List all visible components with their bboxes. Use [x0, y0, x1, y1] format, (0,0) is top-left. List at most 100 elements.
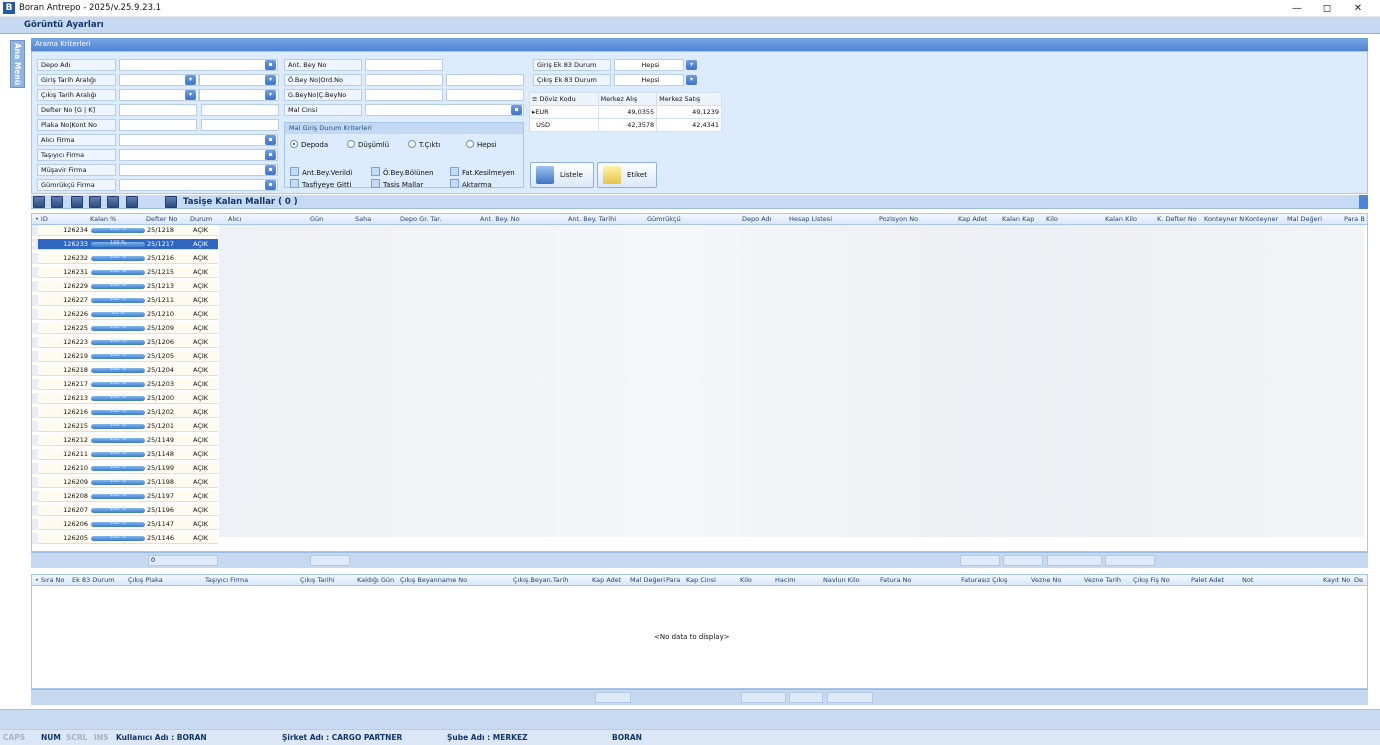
table-row[interactable]: 126207 100 % 25/1196 AÇIK [32, 505, 218, 516]
column-header[interactable]: Kalan Kilo [1105, 215, 1137, 223]
toolbar-export-icon[interactable] [71, 196, 83, 208]
column-header[interactable]: Defter No [146, 215, 177, 223]
toolbar-print-icon[interactable] [107, 196, 119, 208]
column-header[interactable]: Kalan Kap [1002, 215, 1034, 223]
column-header[interactable]: Çıkış Tarihi [300, 576, 335, 584]
lookup-button-icon[interactable]: ▪ [265, 150, 276, 160]
column-header[interactable]: Mal Değeri [1287, 215, 1322, 223]
gbey-no-input[interactable] [365, 89, 443, 101]
criteria-input-secondary[interactable] [201, 104, 279, 116]
column-header[interactable]: Taşıyıcı Firma [205, 576, 248, 584]
column-header[interactable]: Gün [310, 215, 323, 223]
column-header[interactable]: Çıkış Plaka [128, 576, 163, 584]
column-header[interactable]: Ant. Bey. No [480, 215, 520, 223]
column-header[interactable]: Saha [355, 215, 371, 223]
column-header[interactable]: Kilo [1046, 215, 1058, 223]
column-header[interactable]: Kilo [740, 576, 752, 584]
side-tab-main-menu[interactable]: Ana Menü [10, 40, 25, 88]
column-header[interactable]: Kap Adet [592, 576, 621, 584]
table-row[interactable]: 126209 100 % 25/1198 AÇIK [32, 477, 218, 488]
table-row[interactable]: 126223 100 % 25/1206 AÇIK [32, 337, 218, 348]
table-row[interactable]: 126206 100 % 25/1147 AÇIK [32, 519, 218, 530]
column-header[interactable]: Durum [190, 215, 212, 223]
column-header[interactable]: K. Defter No [1157, 215, 1197, 223]
lookup-button-icon[interactable]: ▪ [265, 180, 276, 190]
label-button[interactable]: Etiket [597, 162, 657, 188]
check-tasfiyeye-gitti[interactable]: Tasfiyeye Gitti [290, 179, 351, 189]
criteria-input[interactable] [119, 134, 278, 146]
check-obey-bolunen[interactable]: Ö.Bey.Bölünen [371, 167, 434, 177]
check-fat-kesilmeyen[interactable]: Fat.Kesilmeyen [450, 167, 515, 177]
ant-bey-no-input[interactable] [365, 59, 443, 71]
table-row[interactable]: 126205 100 % 25/1146 AÇIK [32, 533, 218, 544]
column-header[interactable]: • Sıra No [35, 576, 64, 584]
cbey-no-input[interactable] [446, 89, 524, 101]
column-header[interactable]: Çıkış Beyanname No [400, 576, 467, 584]
column-header[interactable]: Kayıt No [1323, 576, 1350, 584]
column-header[interactable]: Depo Gr. Tar. [400, 215, 441, 223]
column-header[interactable]: Alıcı [228, 215, 241, 223]
column-header[interactable]: Kaldığı Gün [357, 576, 394, 584]
table-row[interactable]: 126226 93 % 25/1210 AÇIK [32, 309, 218, 320]
ord-no-input[interactable] [446, 74, 524, 86]
column-header[interactable]: Palet Adet [1191, 576, 1224, 584]
column-header[interactable]: Kap Cinsi [686, 576, 716, 584]
maximize-button[interactable]: ◻ [1315, 1, 1339, 16]
criteria-input[interactable] [119, 164, 278, 176]
column-header[interactable]: Konteyner [1245, 215, 1278, 223]
lookup-button-icon[interactable]: ▪ [265, 165, 276, 175]
column-header[interactable]: • ID [35, 215, 48, 223]
table-row[interactable]: 126225 100 % 25/1209 AÇIK [32, 323, 218, 334]
column-header[interactable]: Not [1242, 576, 1253, 584]
table-row[interactable]: 126231 100 % 25/1215 AÇIK [32, 267, 218, 278]
column-header[interactable]: Pozisyon No [879, 215, 918, 223]
table-row[interactable]: 126213 100 % 25/1200 AÇIK [32, 393, 218, 404]
column-header[interactable]: Çıkış.Beyan.Tarih [513, 576, 568, 584]
mal-cinsi-dropdown-icon[interactable]: ▪ [511, 105, 522, 115]
toolbar-excel-icon[interactable] [51, 196, 63, 208]
table-row[interactable]: 126211 100 % 25/1148 AÇIK [32, 449, 218, 460]
column-header[interactable]: Kalan % [90, 215, 116, 223]
column-header[interactable]: Hacim [775, 576, 796, 584]
table-row[interactable]: 126212 100 % 25/1149 AÇIK [32, 435, 218, 446]
chevron-down-icon[interactable]: ▾ [686, 75, 697, 85]
column-header[interactable]: Hesap Listesi [789, 215, 832, 223]
criteria-input[interactable] [119, 104, 197, 116]
check-tasis-mallar[interactable]: Tasis Mallar [371, 179, 423, 189]
chevron-down-icon[interactable]: ▾ [185, 90, 196, 100]
column-header[interactable]: Vezne Tarih [1084, 576, 1121, 584]
mal-cinsi-input[interactable] [365, 104, 524, 116]
toolbar-save-icon[interactable] [165, 196, 177, 208]
radio-tcikti[interactable]: T.Çıktı [408, 140, 440, 149]
vertical-scroll-arrow[interactable] [1359, 195, 1368, 209]
toolbar-grid-icon[interactable] [33, 196, 45, 208]
radio-hepsi[interactable]: Hepsi [466, 140, 497, 149]
table-row[interactable]: 126227 100 % 25/1211 AÇIK [32, 295, 218, 306]
column-header[interactable]: Navlun Kilo [823, 576, 860, 584]
column-header[interactable]: Depo Adı [742, 215, 771, 223]
chevron-down-icon[interactable]: ▾ [185, 75, 196, 85]
table-row[interactable]: 126218 100 % 25/1204 AÇIK [32, 365, 218, 376]
criteria-input-secondary[interactable] [201, 119, 279, 131]
column-header[interactable]: Ek 83 Durum [72, 576, 115, 584]
obey-no-input[interactable] [365, 74, 443, 86]
criteria-input[interactable] [119, 119, 197, 131]
column-header[interactable]: Fatura No [880, 576, 911, 584]
column-header[interactable]: Para B [1344, 215, 1365, 223]
column-header[interactable]: Faturasız Çıkış [961, 576, 1007, 584]
column-header[interactable]: Kap Adet [958, 215, 987, 223]
currency-row[interactable]: ▸EUR 49,0355 49,1239 [529, 105, 722, 119]
check-ant-bey-verildi[interactable]: Ant.Bey.Verildi [290, 167, 352, 177]
lookup-button-icon[interactable]: ▪ [265, 135, 276, 145]
table-row[interactable]: ▸ 126233 100 % 25/1217 AÇIK [32, 239, 218, 250]
table-row[interactable]: 126217 100 % 25/1203 AÇIK [32, 379, 218, 390]
table-row[interactable]: 126208 100 % 25/1197 AÇIK [32, 491, 218, 502]
column-header[interactable]: Çıkış Fiş No [1133, 576, 1170, 584]
column-header[interactable]: Vezne No [1031, 576, 1061, 584]
chevron-down-icon[interactable]: ▾ [265, 75, 276, 85]
currency-row[interactable]: USD 42,3578 42,4341 [529, 118, 722, 132]
table-row[interactable]: 126210 100 % 25/1199 AÇIK [32, 463, 218, 474]
list-button[interactable]: Listele [530, 162, 594, 188]
table-row[interactable]: 126216 100 % 25/1202 AÇIK [32, 407, 218, 418]
column-header[interactable]: Mal Değeri [630, 576, 665, 584]
